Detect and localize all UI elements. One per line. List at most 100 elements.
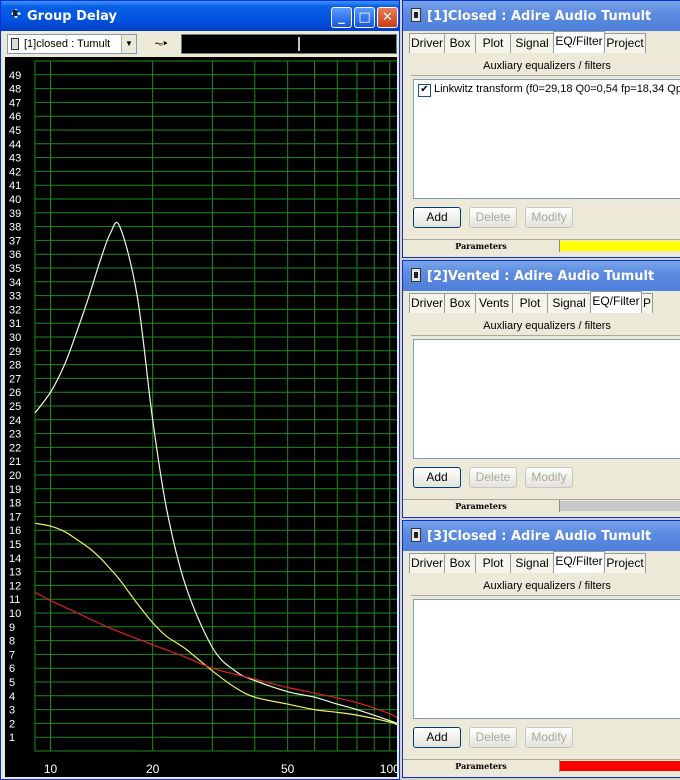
y-tick-label: 44 [9,139,21,151]
tab-signal[interactable]: Signal [510,553,554,573]
status-label: Parameters [403,500,560,512]
status-label: Parameters [403,240,560,252]
readout-display [181,34,397,54]
series-line-2 [34,522,398,726]
minimize-button[interactable]: _ [331,7,352,28]
status-bar: Parameters [403,759,680,772]
y-tick-label: 49 [9,70,21,82]
speaker-icon[interactable] [411,268,421,282]
filter-list[interactable]: ✔ Linkwitz transform (f0=29,18 Q0=0,54 f… [413,79,680,199]
tab-driver[interactable]: Driver [409,293,445,313]
tab-signal[interactable]: Signal [547,293,591,313]
speaker-icon [11,38,19,50]
tab-project[interactable]: Project [604,33,646,53]
y-tick-label: 24 [9,415,21,427]
y-tick-label: 4 [9,691,15,703]
y-tick-label: 21 [9,456,21,468]
tab-plot[interactable]: Plot [512,293,548,313]
tab-eq-filter[interactable]: EQ/Filter [590,291,642,313]
group-delay-titlebar[interactable]: ✣ Group Delay _ □ ✕ [1,1,399,31]
y-tick-label: 1 [9,732,15,744]
close-button[interactable]: ✕ [377,7,398,28]
tab-p[interactable]: P [641,293,653,313]
y-tick-label: 2 [9,718,15,730]
tab-driver[interactable]: Driver [409,553,445,573]
y-tick-label: 37 [9,235,21,247]
modify-button[interactable]: Modify [525,727,573,748]
speaker-icon[interactable] [411,8,421,22]
readout-divider [298,37,300,51]
panel-titlebar[interactable]: [2]Vented : Adire Audio Tumult [403,261,680,291]
filter-list[interactable] [413,339,680,459]
add-button[interactable]: Add [413,727,461,748]
status-indicator [560,501,680,511]
tab-project[interactable]: Project [604,553,646,573]
section-label: Auxliary equalizers / filters [411,577,680,596]
delete-button[interactable]: Delete [469,207,517,228]
y-tick-label: 36 [9,249,21,261]
group-delay-title: Group Delay [27,9,118,24]
y-tick-label: 12 [9,580,21,592]
app-icon[interactable]: ✣ [11,7,21,21]
delete-button[interactable]: Delete [469,467,517,488]
group-delay-chart[interactable]: 1 2 3 4 5 6 7 8 9 10 11 12 13 14 15 16 17 18 19 20 21 22 23 24 2… [5,57,399,777]
y-tick-label: 48 [9,84,21,96]
y-tick-label: 25 [9,401,21,413]
speaker-icon[interactable] [411,528,421,542]
panel-window-3: [3]Closed : Adire Audio Tumult Driver Box… [402,520,680,778]
y-tick-label: 38 [9,222,21,234]
tab-driver[interactable]: Driver [409,33,445,53]
tab-plot[interactable]: Plot [475,33,511,53]
y-tick-label: 41 [9,180,21,192]
y-tick-label: 22 [9,442,21,454]
y-tick-label: 18 [9,498,21,510]
y-tick-label: 7 [9,649,15,661]
panel-window-2: [2]Vented : Adire Audio Tumult Driver Box… [402,260,680,518]
y-tick-label: 26 [9,387,21,399]
y-tick-label: 39 [9,208,21,220]
modify-button[interactable]: Modify [525,467,573,488]
filter-list[interactable] [413,599,680,719]
status-indicator [560,761,680,771]
item-checkbox[interactable]: ✔ [418,84,431,97]
y-tick-label: 16 [9,525,21,537]
y-tick-label: 3 [9,705,15,717]
y-tick-label: 20 [9,470,21,482]
project-select[interactable]: [1]closed : Tumult ▼ [7,34,137,54]
panel-window-1: [1]Closed : Adire Audio Tumult Driver Box… [402,0,680,258]
y-tick-label: 8 [9,636,15,648]
y-tick-label: 35 [9,263,21,275]
series-line-1 [34,221,398,724]
tab-vents[interactable]: Vents [475,293,513,313]
chevron-down-icon[interactable]: ▼ [121,35,136,53]
status-bar: Parameters [403,239,680,252]
y-tick-label: 32 [9,304,21,316]
tab-eq-filter[interactable]: EQ/Filter [553,551,605,573]
y-tick-label: 15 [9,539,21,551]
y-tick-label: 42 [9,166,21,178]
add-button[interactable]: Add [413,207,461,228]
tab-plot[interactable]: Plot [475,553,511,573]
tab-box[interactable]: Box [444,33,476,53]
add-button[interactable]: Add [413,467,461,488]
tab-box[interactable]: Box [444,293,476,313]
y-tick-label: 17 [9,511,21,523]
panel-titlebar[interactable]: [3]Closed : Adire Audio Tumult [403,521,680,551]
tab-box[interactable]: Box [444,553,476,573]
tab-signal[interactable]: Signal [510,33,554,53]
panel-titlebar[interactable]: [1]Closed : Adire Audio Tumult [403,1,680,31]
y-tick-label: 9 [9,622,15,634]
maximize-button[interactable]: □ [354,7,375,28]
chart-svg: 1234567891011121314151617181920212223242… [9,60,399,776]
modify-button[interactable]: Modify [525,207,573,228]
graph-toolbar: [1]closed : Tumult ▼ ⏦▸ [5,33,397,55]
y-tick-label: 27 [9,373,21,385]
x-tick-label: 10 [44,762,58,776]
waveform-button[interactable]: ⏦▸ [145,34,177,54]
y-tick-label: 11 [9,594,20,606]
y-tick-label: 10 [9,608,21,620]
y-tick-label: 40 [9,194,21,206]
delete-button[interactable]: Delete [469,727,517,748]
panel-title: [1]Closed : Adire Audio Tumult [427,9,652,24]
tab-eq-filter[interactable]: EQ/Filter [553,31,605,53]
